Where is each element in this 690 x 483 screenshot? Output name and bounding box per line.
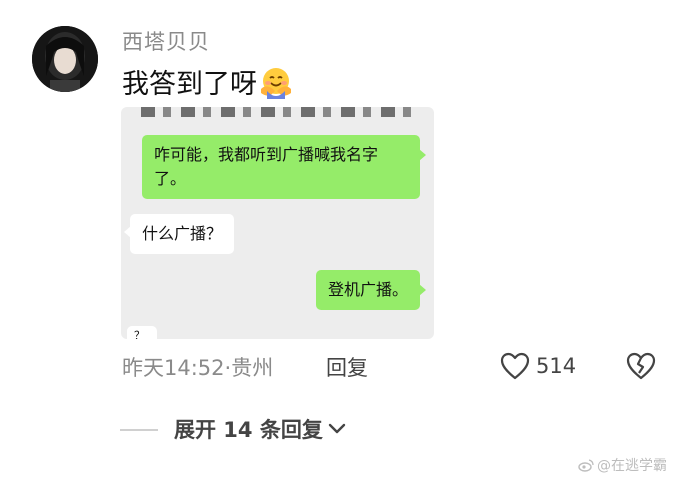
chat-screenshot-image[interactable]: 咋可能，我都听到广播喊我名字了。 什么广播？ 登机广播。 ？ [121, 107, 434, 339]
like-button[interactable]: 514 [500, 352, 576, 380]
broken-heart-icon [626, 352, 656, 380]
expand-divider [120, 429, 158, 431]
chat-bubble-received: 什么广播？ [123, 214, 235, 254]
comment-content: 我答到了呀 [122, 62, 293, 101]
weibo-watermark: @在逃学霸 [578, 455, 667, 475]
like-count: 514 [536, 354, 577, 378]
chat-bubble-sent: 登机广播。 [315, 270, 427, 310]
comment-username[interactable]: 西塔贝贝 [122, 26, 210, 56]
weibo-logo-icon [578, 459, 594, 472]
avatar[interactable] [32, 26, 98, 92]
dislike-button[interactable] [626, 352, 656, 384]
reply-button[interactable]: 回复 [326, 352, 368, 382]
heart-icon [500, 352, 530, 380]
comment-time-location: 昨天14:52·贵州 [122, 356, 274, 380]
avatar-image [32, 26, 98, 92]
chat-bubble-received-partial: ？ [121, 326, 157, 339]
expand-replies-label: 展开 14 条回复 [174, 418, 323, 442]
hugging-face-emoji-icon [261, 67, 291, 99]
chat-bubble-sent: 咋可能，我都听到广播喊我名字了。 [142, 135, 426, 199]
chevron-down-icon [328, 423, 346, 434]
chat-bubble-partial-text: ？ [134, 329, 145, 339]
expand-replies-button[interactable]: 展开 14 条回复 [174, 414, 347, 444]
watermark-text: @在逃学霸 [597, 458, 667, 474]
comment-text: 我答到了呀 [122, 69, 257, 100]
cropped-text-row [141, 107, 411, 117]
